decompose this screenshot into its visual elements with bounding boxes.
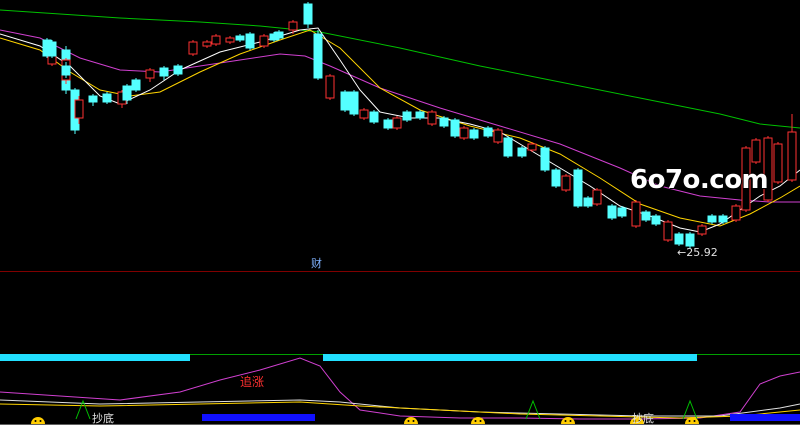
candle-body: [131, 79, 141, 91]
candle-body: [663, 221, 673, 241]
candle-body: [573, 169, 583, 207]
candle-body: [427, 111, 437, 125]
candle-body: [483, 127, 493, 137]
candle-body: [641, 211, 651, 221]
candle-body: [245, 33, 255, 49]
candle-body: [415, 111, 425, 119]
candle-body: [651, 215, 661, 225]
smiley-marker: [404, 417, 418, 425]
smiley-eye: [34, 420, 37, 422]
smiley-eye: [474, 420, 477, 422]
finance-marker-label[interactable]: 财: [311, 258, 322, 270]
candle-body: [122, 85, 132, 101]
candle-body: [225, 37, 235, 43]
candle-body: [527, 143, 537, 151]
candle-body: [751, 139, 761, 163]
candle-body: [159, 67, 169, 77]
smiley-eye: [569, 420, 572, 422]
candle-body: [74, 99, 84, 119]
candle-body: [211, 35, 221, 45]
bottom-signal-label-1: 抄底: [92, 412, 114, 425]
candle-body: [787, 131, 797, 181]
candle-body: [697, 225, 707, 235]
candle-body: [202, 41, 212, 47]
candle-body: [617, 207, 627, 217]
candle-body: [493, 129, 503, 143]
candle-body: [631, 201, 641, 227]
signal-band-blue-1: [202, 414, 315, 421]
candle-body: [359, 109, 369, 119]
candle-body: [469, 129, 479, 139]
candle-body: [392, 117, 402, 129]
smiley-marker: [561, 417, 575, 425]
candle-body: [540, 147, 550, 171]
candle-body: [47, 41, 57, 57]
candle-body: [288, 21, 298, 31]
chart-canvas[interactable]: [0, 0, 800, 425]
candle-body: [145, 69, 155, 79]
candle-body: [173, 65, 183, 75]
smiley-eye: [479, 420, 482, 422]
candle-body: [383, 119, 393, 129]
candle-body: [551, 169, 561, 187]
signal-band-cyan-1: [0, 354, 190, 361]
signal-band-cyan-2: [323, 354, 697, 361]
candle-body: [450, 119, 460, 137]
candle-body: [583, 197, 593, 207]
candle-body: [325, 75, 335, 99]
candle-body: [349, 91, 359, 115]
candle-body: [718, 215, 728, 223]
candle-body: [303, 3, 313, 25]
candle-body: [340, 91, 350, 111]
smiley-eye: [688, 420, 691, 422]
candle-body: [685, 233, 695, 247]
smiley-eye: [407, 420, 410, 422]
bottom-signal-label-2: 抄底: [632, 412, 654, 425]
lowest-price-label: ←25.92: [677, 246, 718, 259]
candle-body: [274, 31, 284, 39]
candle-body: [773, 143, 783, 183]
stock-chart-screen: 6o7o.com 财 ←25.92 追涨 抄底 抄底: [0, 0, 800, 425]
candle-body: [88, 95, 98, 103]
watermark: 6o7o.com: [630, 165, 769, 195]
ma-line-green: [0, 9, 800, 129]
candle-body: [402, 111, 412, 121]
indicator-line-magenta: [0, 357, 800, 420]
candle-body: [731, 205, 741, 221]
candle-body: [259, 35, 269, 47]
candle-body: [313, 33, 323, 79]
candle-body: [707, 215, 717, 223]
candle-body: [503, 137, 513, 157]
smiley-eye: [564, 420, 567, 422]
candle-body: [607, 205, 617, 219]
triangle-signal: [525, 399, 541, 420]
candle-body: [592, 189, 602, 205]
smiley-eye: [693, 420, 696, 422]
candle-body: [369, 111, 379, 123]
candle-body: [674, 233, 684, 245]
smiley-marker: [31, 417, 45, 425]
signal-band-blue-2: [730, 414, 800, 421]
smiley-eye: [39, 420, 42, 422]
ma-line-white: [0, 27, 800, 233]
candle-body: [102, 93, 112, 103]
candle-body: [561, 175, 571, 191]
candle-body: [439, 117, 449, 127]
candle-body: [517, 147, 527, 157]
candle-body: [459, 127, 469, 139]
candle-body: [188, 41, 198, 55]
smiley-eye: [412, 420, 415, 422]
chase-rise-label: 追涨: [240, 375, 265, 389]
candle-body: [235, 35, 245, 41]
candle-body: [61, 65, 71, 76]
